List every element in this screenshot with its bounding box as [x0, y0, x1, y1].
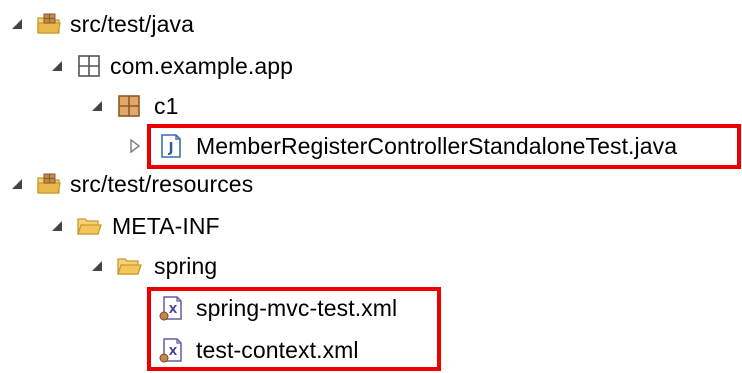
tree-item-label: META-INF: [112, 213, 220, 239]
xml-file-icon: X: [158, 337, 184, 363]
tree-item-label: spring-mvc-test.xml: [196, 295, 398, 321]
tree-row-spring[interactable]: spring: [0, 246, 260, 286]
tree-item-label: MemberRegisterControllerStandaloneTest.j…: [196, 133, 678, 159]
tree-item-label: spring: [154, 253, 218, 279]
source-folder-icon: [36, 11, 62, 37]
tree-item-label: c1: [154, 93, 179, 119]
tree-row-java-file[interactable]: J MemberRegisterControllerStandaloneTest…: [0, 126, 742, 166]
tree-item-label: src/test/resources: [70, 171, 254, 197]
expanded-twisty-icon[interactable]: [90, 259, 104, 273]
tree-row-meta-inf[interactable]: META-INF: [0, 206, 260, 246]
expanded-twisty-icon[interactable]: [50, 59, 64, 73]
package-icon: [116, 93, 142, 119]
collapsed-twisty-icon[interactable]: [128, 139, 142, 153]
tree-row-test-context-xml[interactable]: X test-context.xml: [0, 330, 440, 370]
expanded-twisty-icon[interactable]: [50, 219, 64, 233]
tree-row-src-test-resources[interactable]: src/test/resources: [0, 164, 340, 204]
tree-row-spring-mvc-test-xml[interactable]: X spring-mvc-test.xml: [0, 288, 440, 328]
source-folder-icon: [36, 171, 62, 197]
package-empty-icon: [76, 53, 102, 79]
expanded-twisty-icon[interactable]: [10, 177, 24, 191]
expanded-twisty-icon[interactable]: [10, 17, 24, 31]
expanded-twisty-icon[interactable]: [90, 99, 104, 113]
xml-file-icon: X: [158, 295, 184, 321]
java-file-icon: J: [158, 133, 184, 159]
tree-row-com-example-app[interactable]: com.example.app: [0, 46, 400, 86]
svg-text:X: X: [169, 345, 178, 358]
folder-icon: [116, 253, 142, 279]
tree-item-label: test-context.xml: [196, 337, 359, 363]
tree-row-c1[interactable]: c1: [0, 86, 220, 126]
project-explorer-tree: src/test/java com.example.app c1 J Membe…: [0, 0, 742, 373]
tree-item-label: com.example.app: [110, 53, 294, 79]
svg-text:J: J: [168, 141, 174, 156]
tree-row-src-test-java[interactable]: src/test/java: [0, 4, 300, 44]
folder-icon: [76, 213, 102, 239]
tree-item-label: src/test/java: [70, 11, 195, 37]
svg-text:X: X: [169, 303, 178, 316]
